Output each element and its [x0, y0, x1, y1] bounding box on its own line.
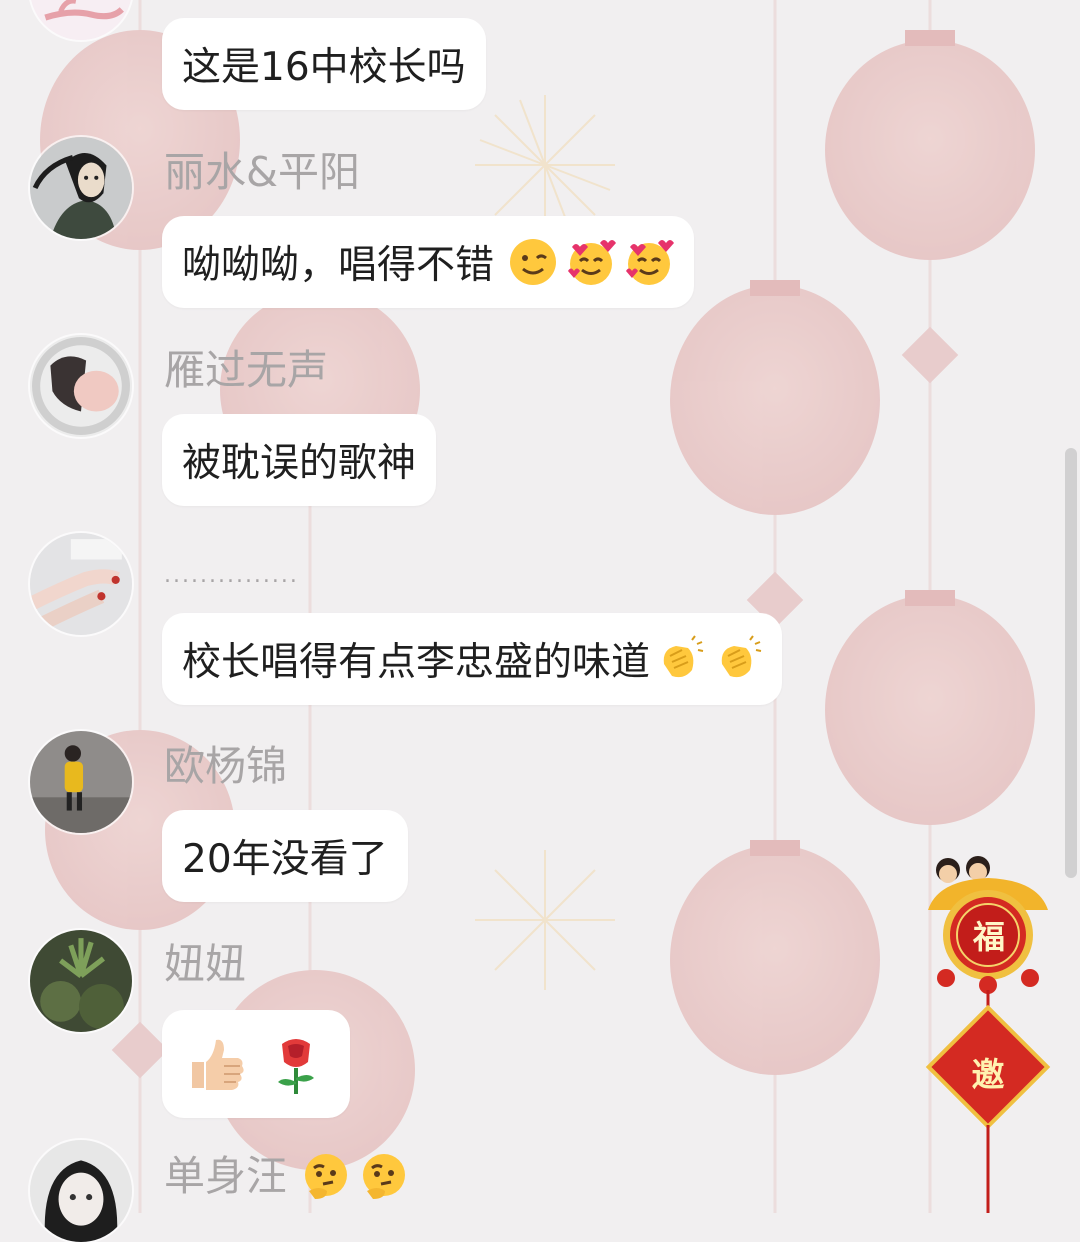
message-bubble[interactable]: 校长唱得有点李忠盛的味道 [162, 613, 783, 705]
rose-icon [264, 1032, 328, 1096]
sender-name: 妞妞 [164, 940, 246, 988]
message-bubble[interactable]: 呦呦呦，唱得不错 [162, 216, 695, 308]
winking-face-icon [508, 237, 558, 287]
anime-girl-avatar-icon [30, 1140, 132, 1242]
smiling-face-with-hearts-icon [566, 237, 617, 287]
fu-label: 福 [972, 918, 1005, 956]
avatar[interactable] [30, 930, 132, 1032]
hands-photo-avatar-icon [30, 533, 132, 635]
message-bubble[interactable]: 被耽误的歌神 [162, 414, 437, 506]
message-text: 这是16中校长吗 [182, 45, 466, 90]
sender-name: 雁过无声 [164, 346, 328, 394]
hand-avatar-icon [30, 0, 132, 40]
thinking-face-icon [301, 1151, 351, 1201]
thumbs-up-icon [184, 1032, 248, 1096]
sender-name: 单身汪 [164, 1151, 409, 1201]
woman-portrait-avatar-icon [30, 335, 132, 437]
message-text: 20年没看了 [182, 837, 388, 882]
smiling-face-with-hearts-icon [624, 237, 675, 287]
thinking-face-icon [359, 1151, 409, 1201]
message-text: 校长唱得有点李忠盛的味道 [182, 640, 651, 685]
avatar[interactable] [30, 533, 132, 635]
message-bubble[interactable]: 这是16中校长吗 [162, 18, 486, 110]
scrollbar[interactable] [1065, 448, 1077, 878]
sender-name-text: 单身汪 [164, 1152, 287, 1200]
fu-ornament-icon [925, 856, 1051, 1213]
sender-name: 丽水&平阳 [164, 148, 360, 196]
lucky-invite-widget[interactable]: 福 邀 [918, 850, 1058, 1213]
avatar[interactable] [30, 335, 132, 437]
clapping-hands-icon [712, 634, 762, 684]
sender-name: 欧杨锦 [164, 742, 287, 790]
clapping-hands-icon [654, 634, 704, 684]
message-text: 被耽误的歌神 [182, 441, 417, 486]
plant-photo-avatar-icon [30, 930, 132, 1032]
avatar[interactable] [30, 1140, 132, 1242]
avatar[interactable] [30, 137, 132, 239]
message-text: 呦呦呦，唱得不错 [182, 243, 495, 288]
invite-label: 邀 [971, 1055, 1005, 1094]
avatar[interactable] [30, 731, 132, 833]
message-bubble[interactable] [162, 1010, 350, 1118]
message-bubble[interactable]: 20年没看了 [162, 810, 408, 902]
avatar[interactable] [30, 0, 132, 40]
child-photo-avatar-icon [30, 731, 132, 833]
girl-drawing-avatar-icon [30, 137, 132, 239]
sender-name: ............... [164, 563, 299, 588]
